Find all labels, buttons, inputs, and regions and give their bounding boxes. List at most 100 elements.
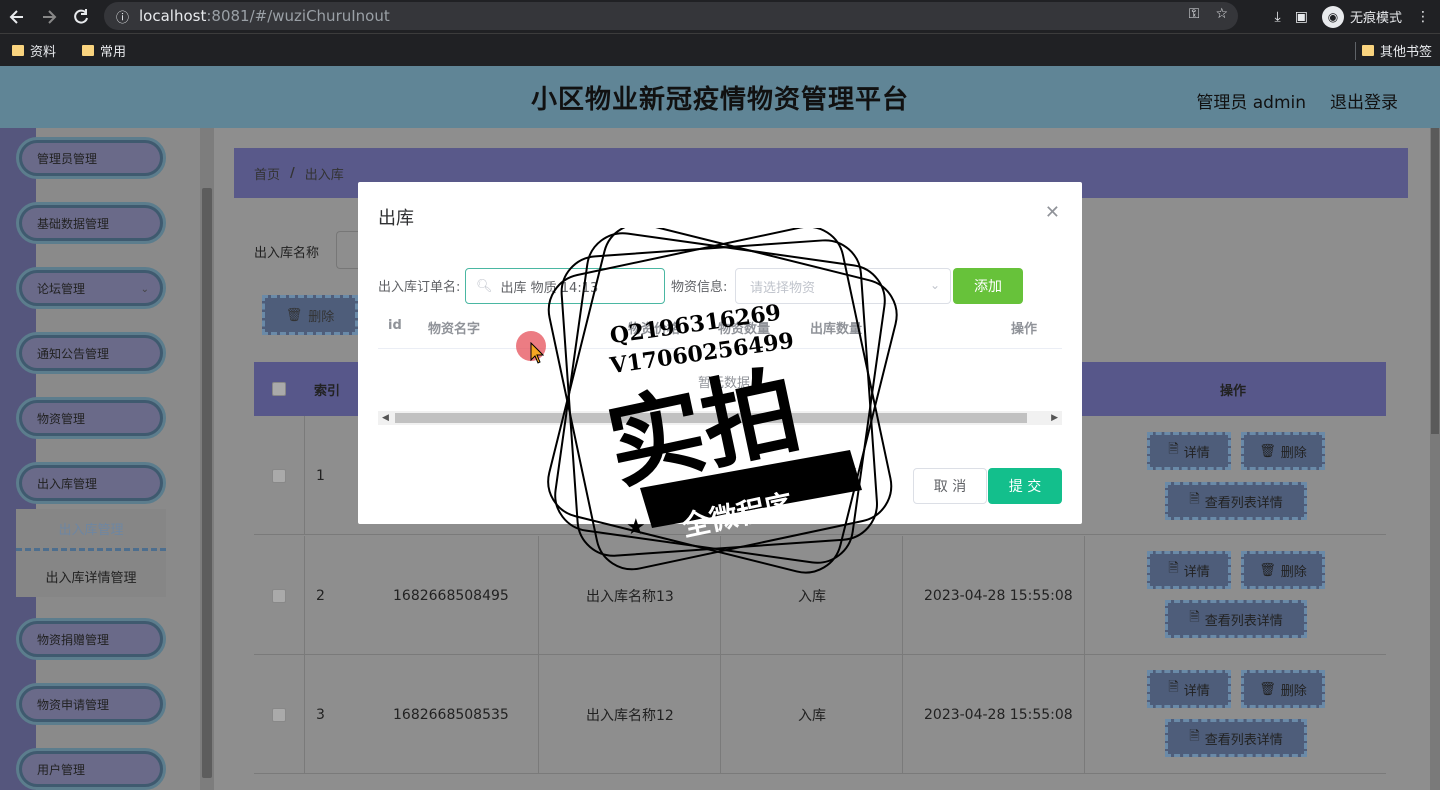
watermark-stamp: Q2196316269 V17060256499 实拍 全微程序 ★ ★: [547, 228, 898, 574]
detail-button[interactable]: 🗎 详情: [1147, 670, 1231, 708]
delete-label: 删除: [308, 309, 335, 325]
delete-label: 删除: [1280, 683, 1307, 699]
detail-button[interactable]: 🗎 详情: [1147, 551, 1231, 589]
sidebar-item-admin[interactable]: 管理员管理: [16, 137, 166, 179]
back-icon[interactable]: [2, 2, 32, 32]
trash-icon: 🗑: [1259, 443, 1276, 459]
document-icon: 🗎: [1189, 610, 1200, 625]
order-name-label: 出入库订单名:: [378, 280, 461, 295]
bookmark-star-icon[interactable]: ☆: [1215, 6, 1228, 22]
breadcrumb-home[interactable]: 首页: [254, 164, 280, 183]
forward-icon[interactable]: [34, 2, 64, 32]
bookmark-label: 资料: [30, 44, 57, 60]
list-detail-button[interactable]: 🗎 查看列表详情: [1165, 600, 1307, 638]
close-icon[interactable]: ✕: [1045, 202, 1060, 223]
sidebar-submenu-inout: 出入库管理 出入库详情管理: [16, 509, 166, 597]
other-bookmarks-label: 其他书签: [1379, 44, 1432, 60]
search-label: 出入库名称: [254, 246, 320, 261]
bookmark-label: 常用: [100, 44, 127, 60]
cell-index: 3: [316, 706, 325, 723]
list-detail-label: 查看列表详情: [1204, 495, 1283, 511]
logout-link[interactable]: 退出登录: [1330, 88, 1398, 113]
document-icon: 🗎: [1189, 729, 1200, 744]
row-checkbox[interactable]: [272, 468, 286, 483]
page-scrollbar[interactable]: [1430, 128, 1440, 790]
bookmarks-bar: 资料 常用 其他书签: [0, 33, 1440, 66]
trash-icon: 🗑: [285, 307, 303, 323]
sidebar-item-inout[interactable]: 出入库管理: [16, 462, 166, 504]
scroll-left-icon[interactable]: ◀: [382, 411, 389, 425]
cell-index: 1: [316, 467, 325, 484]
sidebar-item-forum[interactable]: 论坛管理 ⌄: [16, 267, 166, 309]
add-goods-button[interactable]: 添加: [953, 268, 1023, 304]
reload-icon[interactable]: [66, 2, 96, 32]
sidebar-subitem-inout-detail[interactable]: 出入库详情管理: [16, 555, 166, 597]
delete-button[interactable]: 🗑 删除: [1241, 551, 1325, 589]
cell-time: 2023-04-28 15:55:08: [924, 706, 1073, 723]
page-title: 小区物业新冠疫情物资管理平台: [530, 84, 909, 115]
select-all-checkbox[interactable]: [272, 382, 286, 396]
star-icon: ★: [838, 459, 858, 484]
browser-toolbar: ⓘ localhost:8081/#/wuziChuruInout ⚿ ☆ ⤓ …: [0, 0, 1440, 33]
row-checkbox[interactable]: [272, 707, 286, 722]
page-scrollbar-thumb[interactable]: [1431, 128, 1439, 434]
delete-button[interactable]: 🗑 删除: [1241, 670, 1325, 708]
address-bar[interactable]: ⓘ localhost:8081/#/wuziChuruInout ⚿ ☆: [104, 2, 1238, 30]
menu-kebab-icon[interactable]: ⋮: [1416, 9, 1430, 25]
folder-icon: [82, 44, 95, 56]
breadcrumb-separator: /: [290, 165, 295, 181]
sidebar-item-goods[interactable]: 物资管理: [16, 397, 166, 439]
app-header: 小区物业新冠疫情物资管理平台 管理员 admin 退出登录: [0, 66, 1440, 128]
sidebar-item-label: 用户管理: [37, 762, 86, 777]
cell-type: 入库: [798, 707, 826, 724]
sidebar-item-basic-data[interactable]: 基础数据管理: [16, 202, 166, 244]
sidebar-item-label: 论坛管理: [37, 281, 86, 296]
delete-label: 删除: [1280, 445, 1307, 461]
folder-icon: [12, 44, 24, 56]
sidebar-item-label: 物资捐赠管理: [37, 632, 110, 647]
bookmark-folder-ziliao[interactable]: 资料: [12, 41, 56, 60]
sidebar-item-label: 物资申请管理: [37, 697, 110, 712]
delete-label: 删除: [1280, 564, 1307, 580]
list-detail-label: 查看列表详情: [1204, 732, 1283, 748]
info-icon[interactable]: ⓘ: [116, 7, 129, 26]
sidebar-scrollbar[interactable]: [200, 128, 214, 790]
sidebar-scrollbar-thumb[interactable]: [202, 188, 212, 778]
delete-button[interactable]: 🗑 删除: [1241, 432, 1325, 470]
current-user: 管理员 admin: [1196, 93, 1306, 113]
row-checkbox[interactable]: [272, 588, 286, 603]
key-icon[interactable]: ⚿: [1189, 6, 1200, 22]
sidebar-item-notice[interactable]: 通知公告管理: [16, 332, 166, 374]
download-icon[interactable]: ⤓: [1275, 9, 1281, 25]
document-icon: 🗎: [1189, 492, 1200, 507]
bulk-delete-button[interactable]: 🗑 删除: [262, 295, 358, 335]
table-row: 3 1682668508535 出入库名称12 入库 2023-04-28 15…: [254, 655, 1386, 774]
document-icon: 🗎: [1168, 680, 1179, 695]
column-header-index: 索引: [314, 383, 341, 399]
incognito-indicator[interactable]: ◉ 无痕模式: [1321, 5, 1402, 28]
cell-name: 出入库名称12: [586, 707, 674, 724]
bookmark-folder-changyong[interactable]: 常用: [82, 41, 126, 60]
list-detail-button[interactable]: 🗎 查看列表详情: [1165, 482, 1307, 520]
sidebar-subitem-inout[interactable]: 出入库管理: [16, 509, 166, 551]
breadcrumb-current: 出入库: [304, 167, 344, 183]
sidebar-item-apply[interactable]: 物资申请管理: [16, 683, 166, 725]
dialog-title: 出库: [378, 208, 414, 229]
sidepanel-icon[interactable]: ▣: [1295, 9, 1308, 25]
folder-icon: [1361, 44, 1374, 56]
list-detail-label: 查看列表详情: [1204, 613, 1283, 629]
trash-icon: 🗑: [1259, 681, 1276, 697]
scroll-right-icon[interactable]: ▶: [1051, 411, 1058, 425]
detail-button[interactable]: 🗎 详情: [1147, 432, 1231, 470]
inner-col-actions: 操作: [1011, 322, 1038, 337]
submit-button[interactable]: 提 交: [988, 468, 1062, 504]
sidebar-item-donation[interactable]: 物资捐赠管理: [16, 618, 166, 660]
url-host: localhost: [139, 7, 207, 25]
sidebar-item-users[interactable]: 用户管理: [16, 748, 166, 790]
other-bookmarks[interactable]: 其他书签: [1361, 41, 1432, 60]
trash-icon: 🗑: [1259, 562, 1276, 578]
sidebar-item-label: 出入库管理: [37, 476, 98, 491]
url-path: :8081/#/wuziChuruInout: [206, 7, 390, 25]
list-detail-button[interactable]: 🗎 查看列表详情: [1165, 719, 1307, 757]
cancel-button[interactable]: 取 消: [913, 468, 987, 504]
